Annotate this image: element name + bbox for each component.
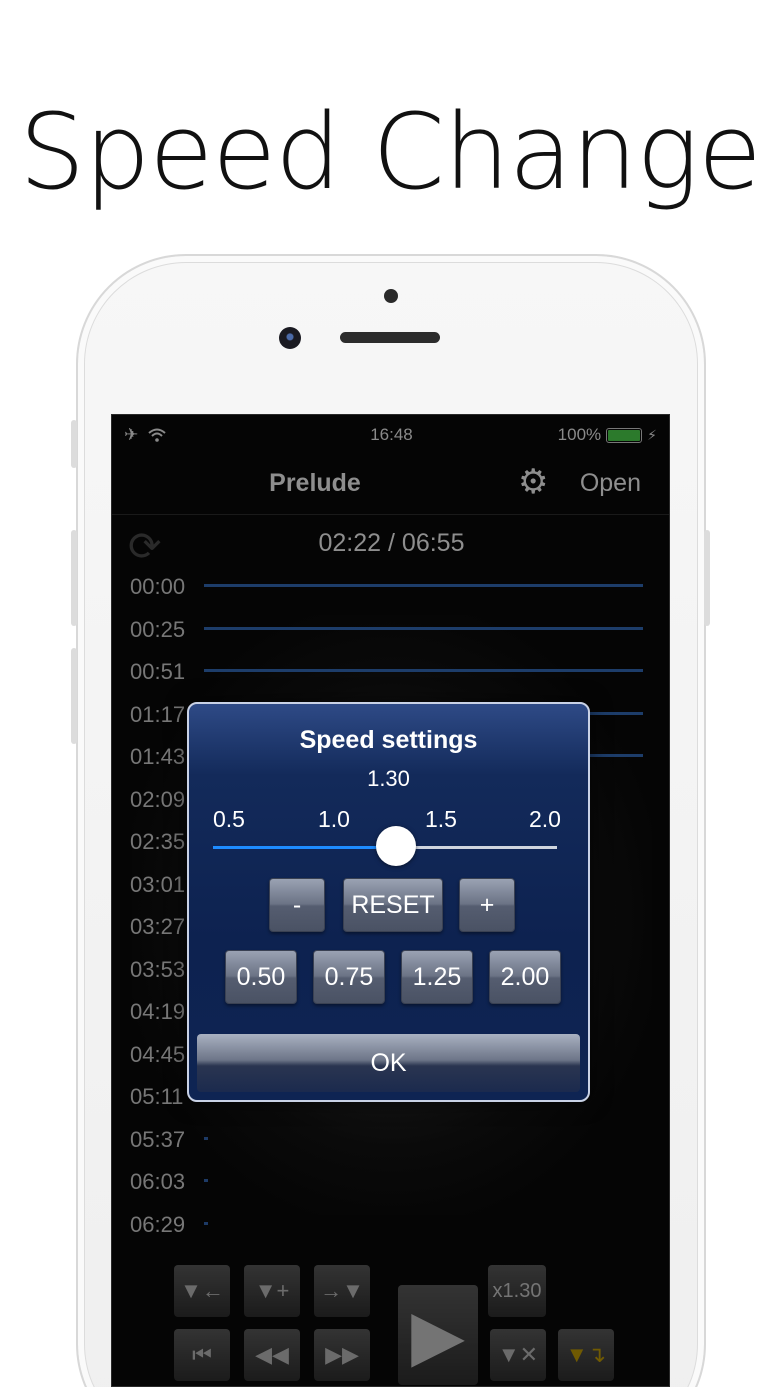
marker-line — [204, 1221, 208, 1225]
track-title: Prelude — [269, 469, 361, 497]
marker-time: 03:27 — [130, 914, 186, 939]
slider-tick-label: 1.5 — [425, 806, 457, 832]
marker-back-button[interactable]: ▼← — [174, 1265, 230, 1317]
speed-plus-button[interactable]: + — [459, 878, 515, 932]
battery-percent: 100% — [557, 425, 602, 444]
total-time: 06:55 — [401, 529, 465, 557]
status-bar: ✈ 16:48 100% ⚡ — [112, 415, 669, 455]
marker-time: 01:43 — [130, 744, 186, 769]
open-button[interactable]: Open — [580, 469, 641, 498]
slider-fill — [213, 846, 397, 849]
preset-button-075[interactable]: 0.75 — [313, 950, 385, 1004]
marker-row[interactable]: 06:03 — [112, 1165, 669, 1207]
marker-time: 05:37 — [130, 1126, 186, 1152]
marker-line — [204, 1179, 208, 1182]
marker-row[interactable]: 00:51 — [112, 655, 669, 697]
status-bar-right: 100% ⚡ — [558, 425, 657, 445]
preset-button-200[interactable]: 2.00 — [489, 950, 561, 1004]
playback-controls: ▼← ▼+ →▼ ⏮ ◀◀ ▶▶ ▶ x1.30 ▼✕ ▼↴ — [112, 1255, 669, 1386]
marker-time: 00:51 — [130, 659, 186, 684]
marker-time: 04:19 — [130, 999, 186, 1024]
phone-volume-up-button — [71, 530, 77, 626]
add-marker-button[interactable]: ▼+ — [244, 1265, 300, 1317]
rewind-button[interactable]: ◀◀ — [244, 1329, 300, 1381]
battery-level — [608, 429, 641, 441]
preset-button-125[interactable]: 1.25 — [401, 950, 473, 1004]
marker-row[interactable]: 06:29 — [112, 1208, 669, 1250]
play-button[interactable]: ▶ — [398, 1285, 478, 1385]
gear-icon[interactable]: ⚙ — [518, 465, 548, 499]
marker-time: 03:01 — [130, 871, 186, 897]
marker-forward-button[interactable]: →▼ — [314, 1265, 370, 1317]
sort-markers-button[interactable]: ▼↴ — [558, 1329, 614, 1381]
marker-time: 00:00 — [130, 574, 186, 599]
position-row: ⟳ 02:22 / 06:55 — [112, 523, 669, 567]
phone-power-button — [704, 530, 710, 626]
slider-tick-label: 1.0 — [318, 806, 350, 832]
dialog-title: Speed settings — [299, 726, 478, 754]
time-separator: / — [388, 529, 395, 557]
phone-speaker — [340, 332, 440, 343]
speed-reset-button[interactable]: RESET — [343, 878, 443, 932]
phone-volume-down-button — [71, 648, 77, 744]
nav-bar: Prelude ⚙ Open — [112, 455, 669, 515]
marker-time: 06:29 — [130, 1211, 186, 1237]
phone-camera — [279, 327, 301, 349]
marker-time: 06:03 — [130, 1169, 186, 1194]
slider-tick-label: 2.0 — [529, 806, 561, 832]
marker-time: 00:25 — [130, 616, 186, 642]
speed-readout-button[interactable]: x1.30 — [488, 1265, 546, 1317]
position-readout: 02:22 / 06:55 — [112, 529, 669, 558]
slider-tick-label: 0.5 — [213, 806, 245, 832]
marker-line — [204, 669, 643, 672]
delete-marker-icon: ▼✕ — [497, 1342, 539, 1367]
speed-minus-button[interactable]: - — [269, 878, 325, 932]
headline: Speed Change — [19, 91, 762, 213]
fast-forward-button[interactable]: ▶▶ — [314, 1329, 370, 1381]
marker-time: 05:11 — [130, 1084, 184, 1109]
marker-row[interactable]: 05:37 — [112, 1123, 669, 1165]
skip-start-button[interactable]: ⏮ — [174, 1329, 230, 1381]
sort-markers-icon: ▼↴ — [565, 1342, 607, 1367]
speed-value: 1.30 — [367, 766, 410, 791]
marker-row[interactable]: 00:25 — [112, 613, 669, 655]
ok-button[interactable]: OK — [197, 1034, 580, 1092]
delete-marker-button[interactable]: ▼✕ — [490, 1329, 546, 1381]
speed-settings-dialog: Speed settings 1.30 0.5 1.0 1.5 2.0 - RESET… — [187, 702, 590, 1102]
phone-side-button — [71, 420, 77, 468]
slider-thumb[interactable] — [376, 826, 417, 866]
charging-bolt-icon: ⚡ — [647, 426, 657, 443]
battery-icon — [606, 427, 643, 443]
marker-line — [204, 1136, 208, 1140]
marker-line — [204, 626, 643, 630]
marker-line — [204, 584, 643, 587]
marker-time: 01:17 — [130, 701, 186, 727]
marker-time: 03:53 — [130, 956, 186, 982]
marker-time: 02:35 — [130, 829, 186, 854]
marker-row[interactable]: 00:00 — [112, 570, 669, 612]
marker-time: 02:09 — [130, 786, 186, 812]
current-time: 02:22 — [318, 529, 382, 557]
phone-sensor — [384, 289, 398, 303]
preset-button-050[interactable]: 0.50 — [225, 950, 297, 1004]
speed-slider[interactable] — [213, 826, 557, 866]
marker-time: 04:45 — [130, 1041, 186, 1067]
play-icon: ▶ — [411, 1296, 465, 1374]
